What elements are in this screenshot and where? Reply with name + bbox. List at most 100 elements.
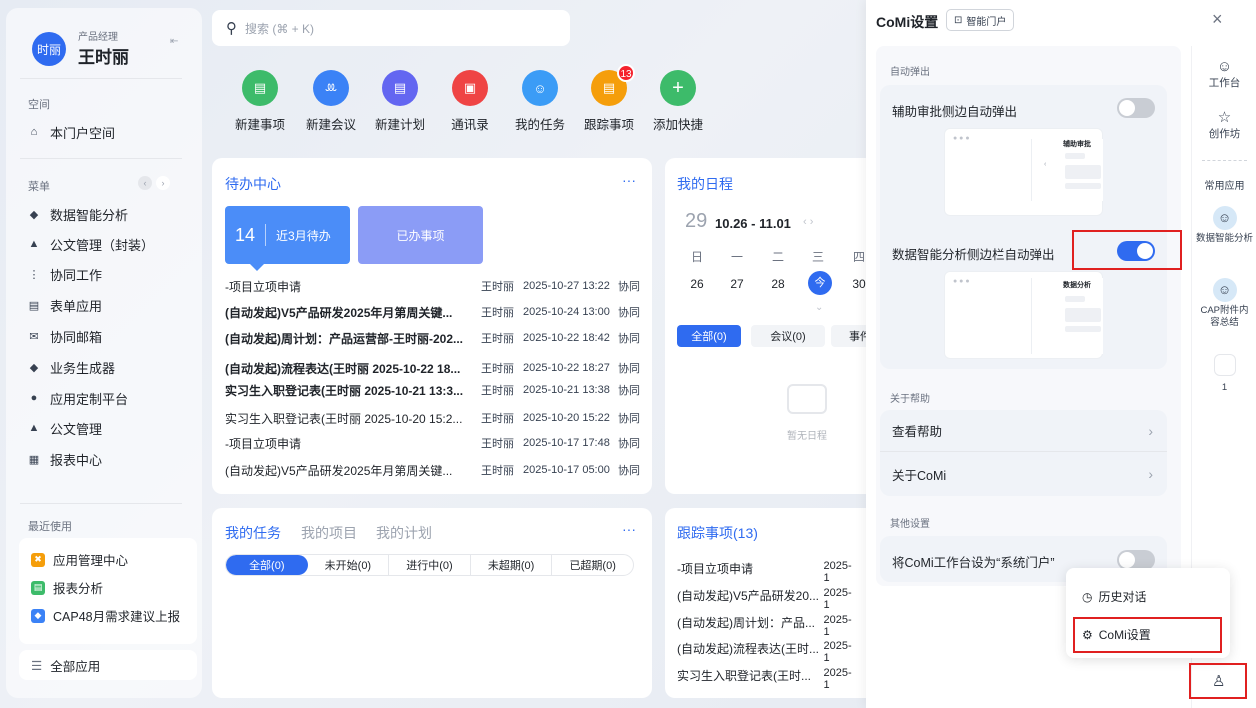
nav-item-reports[interactable]: ▦ 报表中心: [28, 447, 198, 471]
tab-my-plans[interactable]: 我的计划: [376, 523, 432, 543]
approval-toggle[interactable]: [1117, 98, 1155, 118]
close-button[interactable]: ×: [1212, 9, 1223, 30]
divider: [1202, 160, 1247, 161]
preview-bar: [1065, 183, 1101, 189]
rail-studio[interactable]: ☆ 创作坊: [1192, 108, 1256, 141]
quick-contacts[interactable]: ▣ 通讯录: [435, 70, 505, 133]
history-icon: ◷: [1082, 589, 1093, 604]
rail-label: 工作台: [1208, 77, 1241, 89]
tab-my-tasks[interactable]: 我的任务: [225, 523, 281, 543]
table-row[interactable]: 实习生入职登记表(王时丽 2025-10-20 15:2... 王时丽 2025-1…: [225, 407, 645, 429]
filter-in-progress[interactable]: 进行中(0): [389, 555, 471, 575]
divider: [20, 503, 182, 504]
table-row[interactable]: (自动发起)V5产品研发2025年月第周关键... 王时丽 2025-10-24 1…: [225, 301, 645, 323]
contacts-icon: ▣: [452, 70, 488, 106]
tab-schedule-meeting[interactable]: 会议(0): [751, 325, 825, 347]
calendar-today[interactable]: 今: [808, 271, 832, 295]
table-row[interactable]: (自动发起)周计划：产品运营部-王时丽-202... 王时丽 2025-10-22 …: [225, 327, 645, 349]
quick-new-plan[interactable]: ▤ 新建计划: [365, 70, 435, 133]
table-row[interactable]: 实习生入职登记表(王时丽 2025-10-21 13:3... 王时丽 2025-1…: [225, 379, 645, 401]
filter-not-started[interactable]: 未开始(0): [308, 555, 390, 575]
recent-item-report[interactable]: ▤ 报表分析: [31, 578, 103, 597]
quick-new-meeting[interactable]: ꔛ 新建会议: [296, 70, 366, 133]
view-help-item[interactable]: 查看帮助 ›: [880, 410, 1167, 452]
rail-app-blank[interactable]: 1: [1192, 354, 1256, 393]
nav-item-doc-mgmt-pkg[interactable]: ▲ 公文管理（封装）: [28, 232, 198, 256]
recent-item-cap[interactable]: ◆ CAP48月需求建议上报: [31, 606, 180, 625]
list-item[interactable]: (自动发起)周计划：产品... 2025-1: [677, 614, 857, 638]
search-input[interactable]: ⚲ 搜索 (⌘ + K): [212, 10, 570, 46]
tracking-badge: 13: [617, 64, 635, 82]
nav-portal-space[interactable]: ⌂ 本门户空间: [28, 120, 198, 144]
nav-item-app-platform[interactable]: ● 应用定制平台: [28, 386, 198, 410]
nav-item-collab[interactable]: ⋮ 协同工作: [28, 262, 198, 286]
tasks-card: 我的任务 我的项目 我的计划 ··· 全部(0) 未开始(0) 进行中(0) 未…: [212, 508, 652, 698]
filter-all[interactable]: 全部(0): [226, 555, 308, 575]
quick-label: 新建计划: [374, 118, 425, 132]
table-row[interactable]: (自动发起)V5产品研发2025年月第周关键... 王时丽 2025-10-17 0…: [225, 459, 645, 481]
mail-icon: ✉: [29, 330, 39, 343]
todo-more-button[interactable]: ···: [622, 172, 636, 188]
row-category: 协同: [618, 385, 640, 397]
list-item[interactable]: -项目立项申请 2025-1: [677, 560, 857, 584]
nav-item-biz-builder[interactable]: ◆ 业务生成器: [28, 355, 198, 379]
nav-item-forms[interactable]: ▤ 表单应用: [28, 293, 198, 317]
preview-bar: [1065, 165, 1101, 179]
user-icon[interactable]: ♙: [1212, 672, 1225, 690]
about-comi-item[interactable]: 关于CoMi ›: [880, 453, 1167, 495]
row-category: 协同: [618, 333, 640, 345]
filter-not-overdue[interactable]: 未超期(0): [471, 555, 553, 575]
nav-label: 公文管理: [50, 421, 103, 437]
tasks-more-button[interactable]: ···: [622, 521, 636, 537]
menu-prev-icon[interactable]: ‹: [138, 176, 152, 190]
nav-label: 协同邮箱: [50, 329, 103, 345]
nav-item-mail[interactable]: ✉ 协同邮箱: [28, 324, 198, 348]
rail-app-cap[interactable]: ☺ CAP附件内容总结: [1192, 278, 1256, 329]
list-item[interactable]: (自动发起)V5产品研发20... 2025-1: [677, 587, 857, 611]
filter-overdue[interactable]: 已超期(0): [552, 555, 633, 575]
week-nav-icon[interactable]: ‹ ›: [803, 216, 813, 228]
rail-workbench[interactable]: ☺ 工作台: [1192, 58, 1256, 90]
user-name: 王时丽: [78, 48, 129, 67]
list-item[interactable]: (自动发起)流程表达(王时... 2025-1: [677, 640, 857, 664]
table-row[interactable]: -项目立项申请 王时丽 2025-10-27 13:22 协同: [225, 275, 645, 297]
tab-my-projects[interactable]: 我的项目: [301, 523, 357, 543]
collapse-icon[interactable]: ⇤: [170, 36, 178, 47]
calendar-day[interactable]: 27: [725, 277, 749, 291]
row-title: -项目立项申请: [225, 279, 301, 294]
user-role: 产品经理: [78, 32, 118, 43]
filter-label: 未开始(0): [324, 560, 372, 572]
avatar[interactable]: 时丽: [32, 32, 66, 66]
recent-item-app-center[interactable]: ✖ 应用管理中心: [31, 550, 128, 569]
rail-app-analysis[interactable]: ☺ 数据智能分析: [1192, 206, 1256, 245]
calendar-day[interactable]: 28: [766, 277, 790, 291]
expand-icon[interactable]: ⌄: [815, 302, 823, 313]
weekday: 一: [730, 250, 743, 264]
quick-my-tasks[interactable]: ☺ 我的任务: [505, 70, 575, 133]
item-name: (自动发起)V5产品研发20...: [677, 589, 820, 603]
menu-item-history[interactable]: ◷ 历史对话: [1082, 588, 1147, 605]
quick-add-shortcut[interactable]: + 添加快捷: [643, 70, 713, 133]
quick-tracking[interactable]: ▤ 13 跟踪事项: [574, 64, 644, 133]
table-row[interactable]: -项目立项申请 王时丽 2025-10-17 17:48 协同: [225, 432, 645, 454]
row-user: 王时丽: [481, 333, 514, 345]
tab-done[interactable]: 已办事项: [358, 206, 483, 264]
system-portal-toggle[interactable]: [1117, 550, 1155, 570]
tab-recent-todo[interactable]: 14 近3月待办: [225, 206, 350, 264]
recent-label: 报表分析: [53, 582, 104, 596]
portal-tag[interactable]: ⊡ 智能门户: [946, 9, 1015, 31]
nav-item-doc-mgmt[interactable]: ▲ 公文管理: [28, 416, 198, 440]
tab-schedule-all[interactable]: 全部(0): [677, 325, 741, 347]
nav-item-data-analysis[interactable]: ◆ 数据智能分析: [28, 202, 198, 226]
tab-schedule-event[interactable]: 事件: [831, 325, 871, 347]
schedule-title: 我的日程: [677, 176, 733, 192]
all-apps-button[interactable]: ☰ 全部应用: [19, 650, 197, 680]
quick-new-item[interactable]: ▤ 新建事项: [225, 70, 295, 133]
menu-next-icon[interactable]: ›: [156, 176, 170, 190]
plus-icon: +: [660, 70, 696, 106]
table-row[interactable]: (自动发起)流程表达(王时丽 2025-10-22 18... 王时丽 2025-1…: [225, 357, 645, 379]
calendar-day[interactable]: 26: [685, 277, 709, 291]
list-item[interactable]: 实习生入职登记表(王时... 2025-1: [677, 667, 857, 691]
weekday: 日: [690, 250, 703, 264]
highlight-box: [1073, 617, 1222, 653]
